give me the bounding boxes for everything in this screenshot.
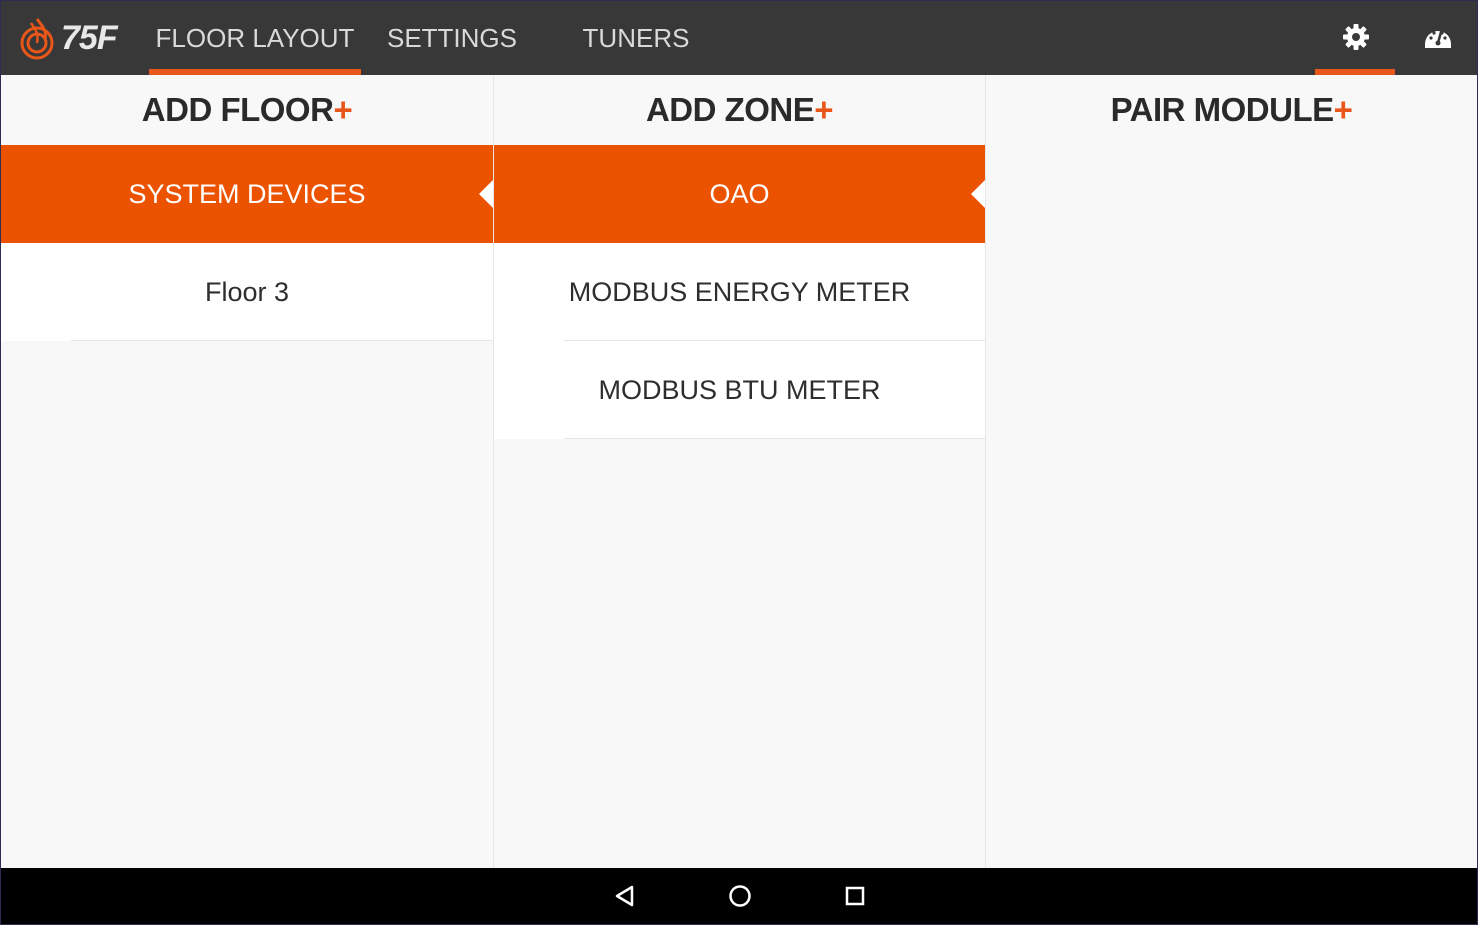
zone-item-oao[interactable]: OAO (494, 145, 985, 243)
zone-column: ADD ZONE+ OAO MODBUS ENERGY METER MODBUS… (494, 75, 986, 868)
divider (564, 438, 985, 439)
pair-module-label: PAIR MODULE (1110, 91, 1335, 128)
add-zone-plus-icon: + (814, 91, 834, 128)
selection-notch-icon (971, 180, 985, 208)
settings-button[interactable] (1315, 1, 1395, 75)
dashboard-gauge-icon (1425, 30, 1451, 48)
gear-icon (1343, 24, 1369, 50)
floor-item-system-devices[interactable]: SYSTEM DEVICES (1, 145, 493, 243)
app-screen: 75F FLOOR LAYOUT SETTINGS TUNERS ADD FLO… (1, 1, 1477, 924)
pair-module-plus-icon: + (1333, 91, 1353, 128)
zone-list: OAO MODBUS ENERGY METER MODBUS BTU METER (494, 145, 985, 439)
floor-item-label: SYSTEM DEVICES (128, 179, 366, 209)
floor-column: ADD FLOOR+ SYSTEM DEVICES Floor 3 (1, 75, 494, 868)
add-zone-label: ADD ZONE (645, 91, 815, 128)
add-floor-button[interactable]: ADD FLOOR+ (1, 75, 493, 145)
add-floor-label: ADD FLOOR (141, 91, 334, 128)
system-nav-bar (1, 868, 1477, 924)
flame-logo-icon (20, 18, 54, 60)
tab-floor-layout[interactable]: FLOOR LAYOUT (149, 1, 361, 75)
zone-item-modbus-btu-meter[interactable]: MODBUS BTU METER (494, 341, 985, 439)
floor-item-label: Floor 3 (204, 277, 290, 307)
selection-notch-icon (479, 180, 493, 208)
floor-list: SYSTEM DEVICES Floor 3 (1, 145, 493, 341)
zone-item-label: MODBUS ENERGY METER (568, 277, 911, 307)
recents-icon[interactable] (835, 880, 875, 912)
divider (71, 340, 493, 341)
tab-settings[interactable]: SETTINGS (377, 1, 527, 75)
pair-module-button[interactable]: PAIR MODULE+ (986, 75, 1477, 145)
add-floor-plus-icon: + (333, 91, 353, 128)
module-column: PAIR MODULE+ (986, 75, 1477, 868)
floor-item-floor-3[interactable]: Floor 3 (1, 243, 493, 341)
home-icon[interactable] (720, 880, 760, 912)
top-bar: 75F FLOOR LAYOUT SETTINGS TUNERS (1, 1, 1477, 75)
zone-item-modbus-energy-meter[interactable]: MODBUS ENERGY METER (494, 243, 985, 341)
tab-tuners[interactable]: TUNERS (571, 1, 701, 75)
logo-text: 75F (61, 19, 118, 57)
dashboard-button[interactable] (1397, 1, 1477, 75)
zone-item-label: MODBUS BTU METER (598, 375, 881, 405)
zone-item-label: OAO (709, 179, 770, 209)
add-zone-button[interactable]: ADD ZONE+ (494, 75, 985, 145)
brand-logo: 75F (17, 17, 135, 61)
back-icon[interactable] (605, 880, 645, 912)
